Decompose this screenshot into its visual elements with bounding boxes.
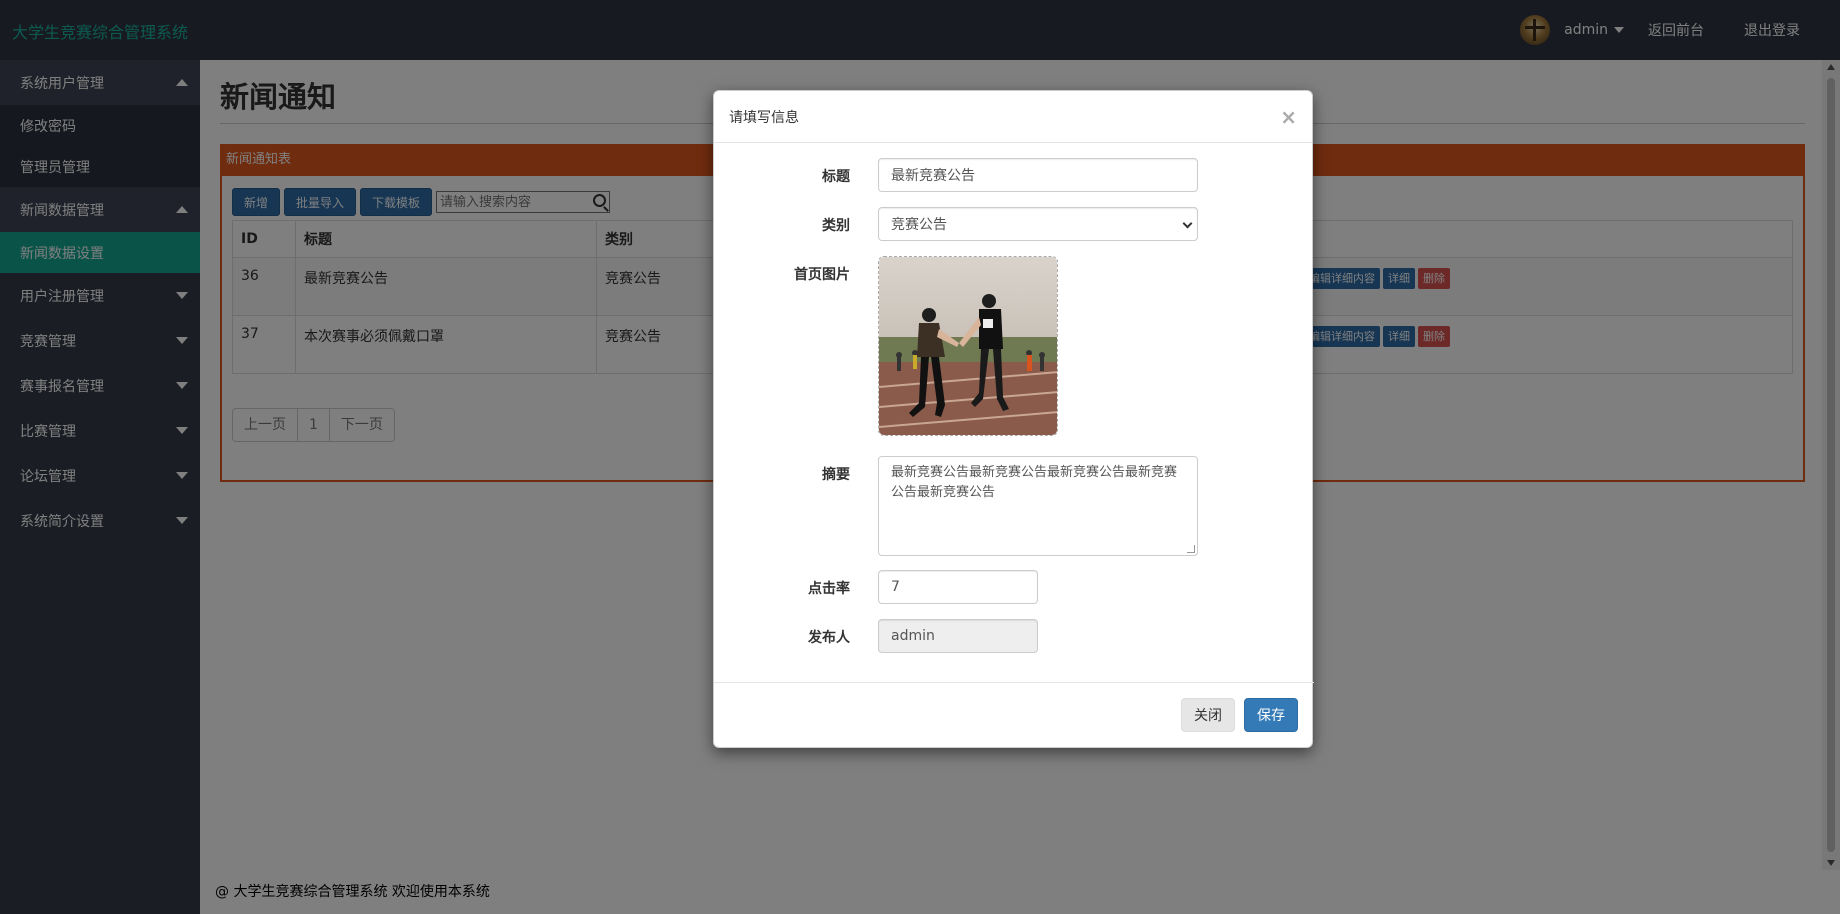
category-label: 类别 (822, 218, 850, 234)
summary-textarea[interactable]: 最新竞赛公告最新竞赛公告最新竞赛公告最新竞赛公告最新竞赛公告 (878, 456, 1198, 556)
modal-footer: 关闭 保存 (714, 682, 1314, 747)
summary-text: 最新竞赛公告最新竞赛公告最新竞赛公告最新竞赛公告最新竞赛公告 (891, 465, 1178, 500)
clicks-input[interactable]: 7 (878, 570, 1038, 604)
title-input[interactable]: 最新竞赛公告 (878, 158, 1198, 192)
category-select[interactable]: 竞赛公告 (878, 207, 1198, 241)
close-icon[interactable]: × (1280, 107, 1297, 127)
title-label: 标题 (822, 169, 850, 185)
save-button[interactable]: 保存 (1244, 698, 1298, 732)
modal-header: 请填写信息 × (714, 91, 1312, 143)
resize-handle-icon[interactable] (1187, 545, 1195, 553)
close-button[interactable]: 关闭 (1181, 698, 1235, 732)
category-selected-value: 竞赛公告 (891, 217, 947, 233)
publisher-label: 发布人 (808, 630, 850, 646)
modal-title: 请填写信息 (729, 109, 799, 126)
summary-label: 摘要 (822, 467, 850, 483)
clicks-label: 点击率 (808, 581, 850, 597)
chevron-down-icon (1182, 218, 1193, 229)
publisher-input: admin (878, 619, 1038, 653)
cover-image (879, 257, 1057, 435)
cover-image-upload[interactable] (878, 256, 1058, 436)
image-label: 首页图片 (794, 267, 850, 283)
edit-news-modal: 请填写信息 × 标题 最新竞赛公告 类别 竞赛公告 首页图片 摘要 最新竞赛公告… (713, 90, 1314, 748)
